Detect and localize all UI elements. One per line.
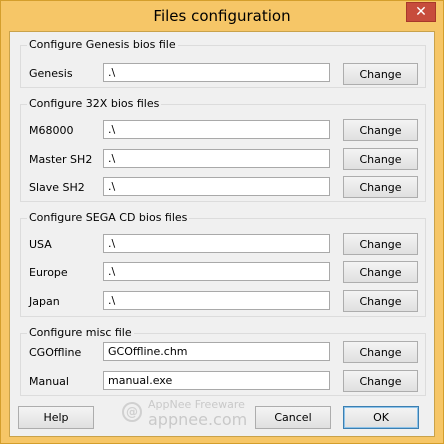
japan-path-field[interactable]: .\	[103, 291, 330, 310]
master-sh2-change-button[interactable]: Change	[343, 148, 418, 170]
cgoffline-label: CGOffline	[29, 346, 82, 359]
segacd-group: Configure SEGA CD bios files USA .\ Chan…	[20, 211, 426, 317]
manual-path-field[interactable]: manual.exe	[103, 371, 330, 390]
misc-group-legend: Configure misc file	[27, 326, 134, 339]
slave-sh2-label: Slave SH2	[29, 181, 85, 194]
genesis-change-button[interactable]: Change	[343, 63, 418, 85]
window-title: Files configuration	[153, 7, 291, 25]
close-button[interactable]: ✕	[406, 2, 436, 22]
manual-change-button[interactable]: Change	[343, 370, 418, 392]
help-button[interactable]: Help	[18, 406, 94, 429]
japan-label: Japan	[29, 295, 60, 308]
files-config-window: Files configuration ✕ Configure Genesis …	[0, 0, 444, 444]
32x-group: Configure 32X bios files M68000 .\ Chang…	[20, 97, 426, 202]
genesis-group: Configure Genesis bios file Genesis .\ C…	[20, 38, 426, 88]
cgoffline-path-field[interactable]: GCOffline.chm	[103, 342, 330, 361]
title-bar[interactable]: Files configuration ✕	[1, 1, 443, 31]
close-icon: ✕	[415, 4, 427, 20]
slave-sh2-path-field[interactable]: .\	[103, 177, 330, 196]
cancel-button[interactable]: Cancel	[255, 406, 331, 429]
m68000-change-button[interactable]: Change	[343, 119, 418, 141]
cgoffline-change-button[interactable]: Change	[343, 341, 418, 363]
usa-change-button[interactable]: Change	[343, 233, 418, 255]
japan-change-button[interactable]: Change	[343, 290, 418, 312]
appnee-watermark: @ AppNee Freeware appnee.com	[122, 398, 252, 434]
misc-group: Configure misc file CGOffline GCOffline.…	[20, 326, 426, 396]
slave-sh2-change-button[interactable]: Change	[343, 176, 418, 198]
ok-button[interactable]: OK	[343, 406, 419, 429]
genesis-path-field[interactable]: .\	[103, 63, 330, 82]
dialog-client-area: Configure Genesis bios file Genesis .\ C…	[9, 31, 435, 437]
usa-label: USA	[29, 238, 52, 251]
m68000-path-field[interactable]: .\	[103, 120, 330, 139]
europe-change-button[interactable]: Change	[343, 261, 418, 283]
genesis-group-legend: Configure Genesis bios file	[27, 38, 178, 51]
manual-label: Manual	[29, 375, 69, 388]
watermark-line2: appnee.com	[148, 410, 248, 429]
master-sh2-path-field[interactable]: .\	[103, 149, 330, 168]
usa-path-field[interactable]: .\	[103, 234, 330, 253]
europe-label: Europe	[29, 266, 68, 279]
master-sh2-label: Master SH2	[29, 153, 93, 166]
genesis-label: Genesis	[29, 67, 73, 80]
m68000-label: M68000	[29, 124, 74, 137]
segacd-group-legend: Configure SEGA CD bios files	[27, 211, 190, 224]
europe-path-field[interactable]: .\	[103, 262, 330, 281]
32x-group-legend: Configure 32X bios files	[27, 97, 162, 110]
appnee-logo-icon: @	[122, 402, 142, 422]
